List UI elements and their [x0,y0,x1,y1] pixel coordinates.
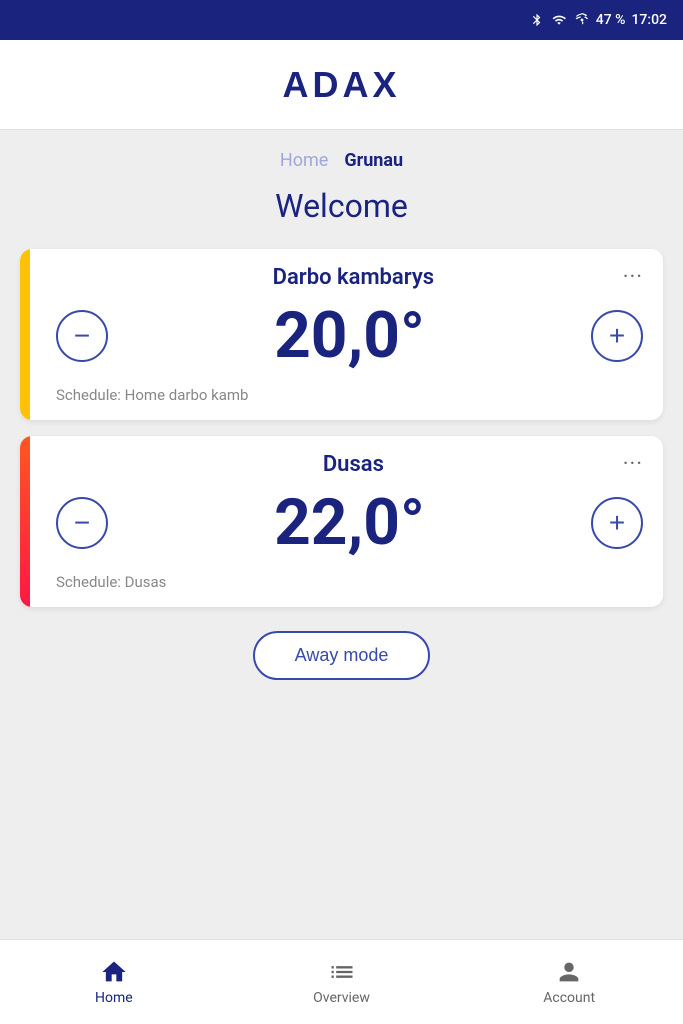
schedule-dusas: Schedule: Dusas [56,573,166,591]
increase-btn-dusas[interactable]: + [591,497,643,549]
welcome-title: Welcome [20,187,663,225]
home-icon [100,958,128,986]
nav-item-home[interactable]: Home [0,958,228,1006]
card-accent-orange [20,436,30,607]
card-controls-dusas: − 22,0° + [56,485,643,560]
nav-label-overview: Overview [313,990,370,1006]
decrease-btn-dusas[interactable]: − [56,497,108,549]
temperature-dusas: 22,0° [274,485,425,560]
decrease-btn-darbo[interactable]: − [56,310,108,362]
account-icon [555,958,583,986]
signal-icon [574,13,590,27]
status-bar: 47 % 17:02 [0,0,683,40]
battery-text: 47 % [596,12,626,28]
app-header: ADAX [0,40,683,130]
app-logo: ADAX [282,64,400,106]
device-name-darbo: Darbo kambarys [84,265,623,290]
card-header-darbo: Darbo kambarys ··· [56,265,643,290]
device-card-dusas: Dusas ··· − 22,0° + Schedule: Dusas [20,436,663,607]
breadcrumb-home[interactable]: Home [280,150,328,171]
time-text: 17:02 [631,12,667,28]
bottom-nav: Home Overview Account [0,939,683,1024]
card-header-dusas: Dusas ··· [56,452,643,477]
nav-label-home: Home [95,990,133,1006]
nav-item-overview[interactable]: Overview [228,958,456,1006]
overview-icon [328,958,356,986]
temperature-darbo: 20,0° [274,298,425,373]
status-icons: 47 % 17:02 [530,11,667,29]
schedule-darbo: Schedule: Home darbo kamb [56,386,248,404]
card-controls-darbo: − 20,0° + [56,298,643,373]
bluetooth-icon [530,11,544,29]
card-menu-dusas[interactable]: ··· [623,452,643,477]
card-menu-darbo[interactable]: ··· [623,265,643,290]
nav-label-account: Account [543,990,595,1006]
device-name-dusas: Dusas [84,452,623,477]
breadcrumb-grunau[interactable]: Grunau [344,150,403,171]
card-accent-yellow [20,249,30,420]
away-mode-button[interactable]: Away mode [253,631,431,680]
away-mode-container: Away mode [20,631,663,680]
main-content: Home Grunau Welcome Darbo kambarys ··· −… [0,130,683,939]
breadcrumb: Home Grunau [20,150,663,171]
wifi-icon [550,13,568,27]
device-card-darbo: Darbo kambarys ··· − 20,0° + Schedule: H… [20,249,663,420]
increase-btn-darbo[interactable]: + [591,310,643,362]
nav-item-account[interactable]: Account [455,958,683,1006]
